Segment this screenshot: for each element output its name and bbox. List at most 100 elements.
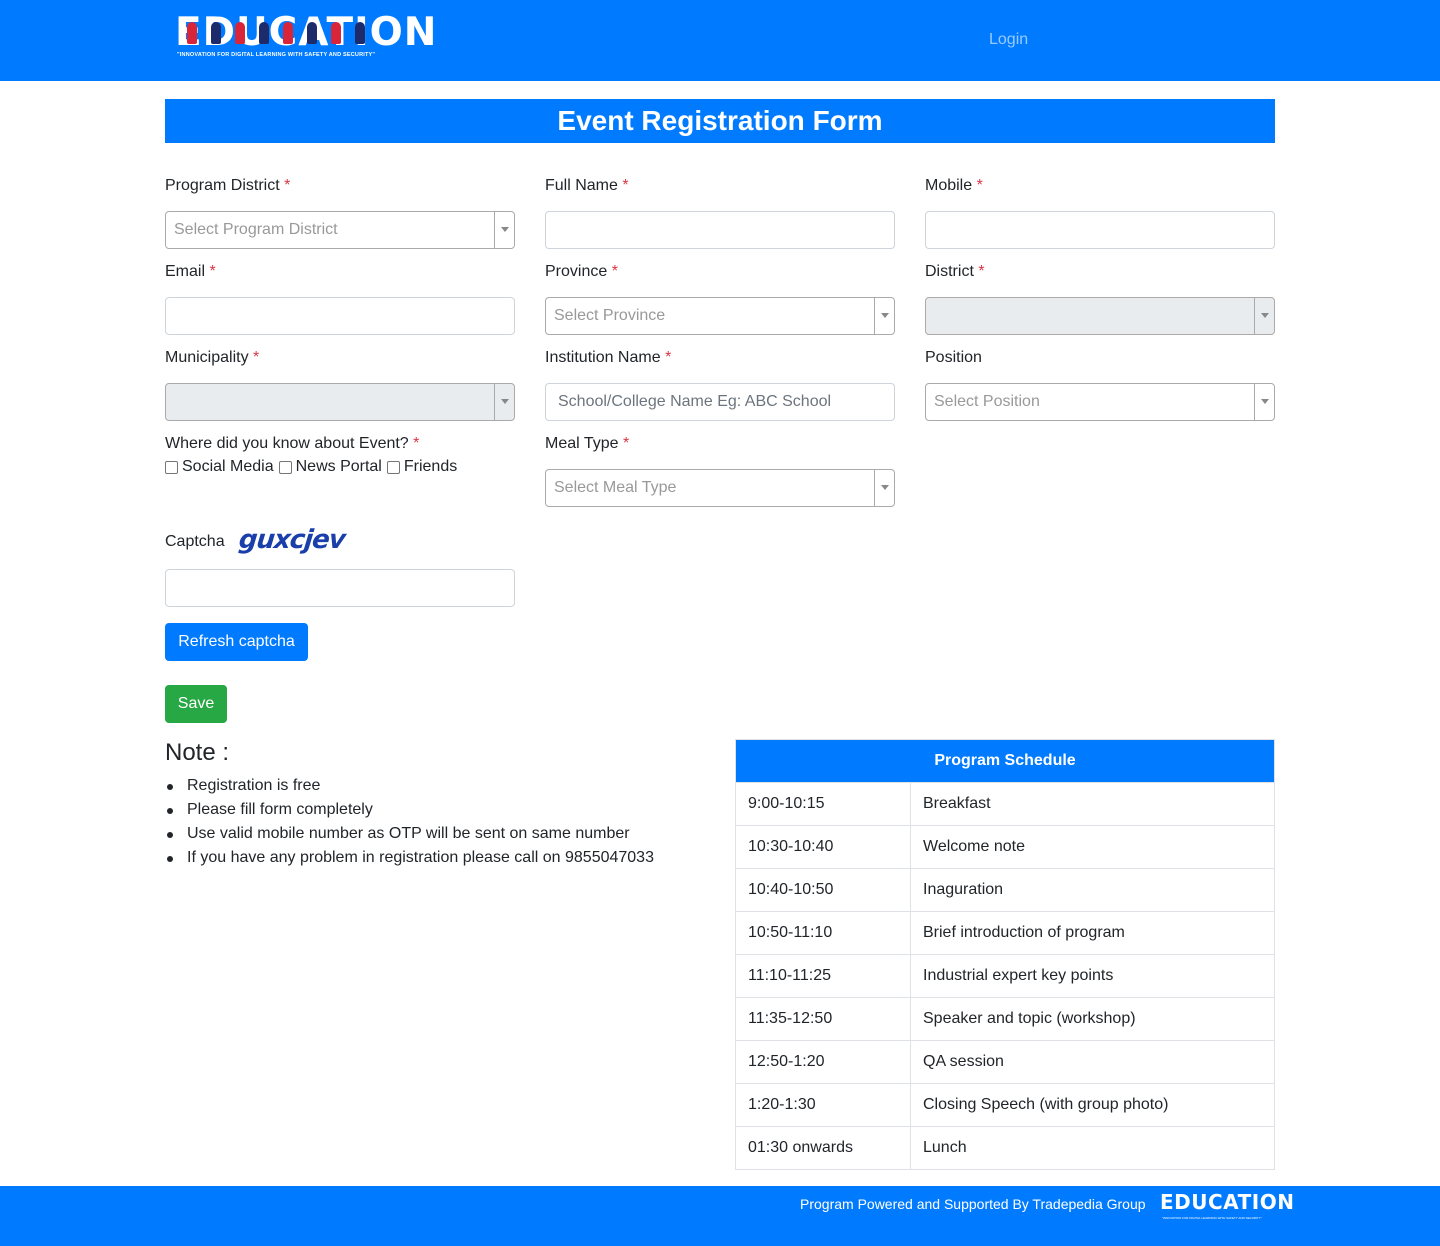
full-name-field: Full Name * [545,176,895,249]
logo-tagline: "INNOVATION FOR DIGITAL LEARNING WITH SA… [177,52,376,58]
required-mark: * [978,263,985,280]
table-row: 10:50-11:10 Brief introduction of program [735,911,1275,955]
meal-type-label: Meal Type * [545,435,630,452]
chevron-down-icon [1261,313,1269,318]
table-row: 9:00-10:15 Breakfast [735,782,1275,826]
institution-name-placeholder: School/College Name Eg: ABC School [558,393,832,410]
email-input[interactable] [165,297,515,335]
dropdown-arrow[interactable] [1254,298,1274,334]
chevron-down-icon [881,313,889,318]
schedule-title: Program Schedule [735,739,1275,783]
mobile-input[interactable] [925,211,1275,249]
footer-education-logo: EDUCATION "INNOVATION FOR DIGITAL LEARNI… [1160,1190,1294,1222]
chevron-down-icon [1261,399,1269,404]
refresh-captcha-button[interactable]: Refresh captcha [165,623,308,661]
province-select[interactable]: Select Province [545,297,895,335]
required-mark: * [413,435,420,452]
dropdown-arrow[interactable] [494,384,514,420]
schedule-time: 12:50-1:20 [735,1040,911,1084]
friends-checkbox[interactable] [386,460,400,474]
position-placeholder: Select Position [934,393,1040,410]
event-source-options: Social Media News Portal Friends [165,458,462,476]
dropdown-arrow[interactable] [874,470,894,506]
municipality-field: Municipality * [165,348,515,421]
dropdown-arrow[interactable] [874,298,894,334]
meal-type-field: Meal Type * Select Meal Type [545,434,895,507]
social-media-checkbox[interactable] [165,460,178,474]
required-mark: * [622,435,630,452]
logo-people-graphic [187,22,387,48]
social-media-label[interactable]: Social Media [182,458,274,476]
required-mark: * [976,177,983,194]
top-navbar: EDUCATION "INNOVATION FOR DIGITAL LEARNI… [0,0,1440,81]
footer-logo-text: EDUCATION [1160,1190,1295,1214]
table-row: 10:40-10:50 Inaguration [735,868,1275,912]
schedule-activity: Speaker and topic (workshop) [910,997,1275,1041]
province-field: Province * Select Province [545,262,895,335]
schedule-time: 10:50-11:10 [735,911,911,955]
chevron-down-icon [881,485,889,490]
note-list: Registration is free Please fill form co… [165,774,654,870]
program-district-field: Program District * Select Program Distri… [165,176,515,249]
note-item: If you have any problem in registration … [165,846,654,870]
email-label: Email * [165,263,216,280]
position-label: Position [925,349,982,366]
news-portal-label[interactable]: News Portal [296,458,382,476]
municipality-label: Municipality * [165,349,260,366]
district-select[interactable] [925,297,1275,335]
program-district-select[interactable]: Select Program District [165,211,515,249]
schedule-time: 11:35-12:50 [735,997,911,1041]
institution-name-input[interactable]: School/College Name Eg: ABC School [545,383,895,421]
required-mark: * [253,349,260,366]
meal-type-select[interactable]: Select Meal Type [545,469,895,507]
captcha-image: guxcjev [237,525,347,555]
table-row: 01:30 onwards Lunch [735,1126,1275,1170]
schedule-activity: Inaguration [910,868,1275,912]
full-name-input[interactable] [545,211,895,249]
schedule-activity: Lunch [910,1126,1275,1170]
schedule-time: 10:40-10:50 [735,868,911,912]
required-mark: * [665,349,672,366]
event-source-label: Where did you know about Event? * [165,435,420,452]
position-field: Position Select Position [925,348,1275,421]
note-title: Note : [165,739,230,766]
province-placeholder: Select Province [554,307,666,324]
captcha-input[interactable] [165,569,515,607]
dropdown-arrow[interactable] [494,212,514,248]
captcha-label: Captcha [165,533,225,550]
municipality-select[interactable] [165,383,515,421]
save-button[interactable]: Save [165,685,227,723]
education-logo[interactable]: EDUCATION "INNOVATION FOR DIGITAL LEARNI… [175,4,436,60]
meal-type-placeholder: Select Meal Type [554,479,677,496]
chevron-down-icon [501,399,509,404]
required-mark: * [209,263,216,280]
table-row: 1:20-1:30 Closing Speech (with group phot… [735,1083,1275,1127]
footer-credit: Program Powered and Supported By Tradepe… [800,1196,1146,1212]
mobile-label: Mobile * [925,177,983,194]
news-portal-checkbox[interactable] [278,460,292,474]
table-row: 11:35-12:50 Speaker and topic (workshop) [735,997,1275,1041]
footer: Program Powered and Supported By Tradepe… [0,1186,1440,1246]
schedule-time: 11:10-11:25 [735,954,911,998]
table-row: 12:50-1:20 QA session [735,1040,1275,1084]
email-field: Email * [165,262,515,335]
schedule-activity: Welcome note [910,825,1275,869]
table-row: 10:30-10:40 Welcome note [735,825,1275,869]
schedule-activity: QA session [910,1040,1275,1084]
login-link[interactable]: Login [989,31,1028,49]
event-source-field: Where did you know about Event? * Social… [165,434,525,475]
table-row: 11:10-11:25 Industrial expert key points [735,954,1275,998]
note-item: Please fill form completely [165,798,654,822]
institution-name-field: Institution Name * School/College Name E… [545,348,895,421]
program-schedule-table: Program Schedule 9:00-10:15 Breakfast 10:… [735,739,1275,1170]
dropdown-arrow[interactable] [1254,384,1274,420]
footer-logo-tagline: "INNOVATION FOR DIGITAL LEARNING WITH SA… [1162,1216,1262,1220]
note-item: Use valid mobile number as OTP will be s… [165,822,654,846]
schedule-activity: Closing Speech (with group photo) [910,1083,1275,1127]
friends-label[interactable]: Friends [404,458,457,476]
note-item: Registration is free [165,774,654,798]
chevron-down-icon [501,227,509,232]
position-select[interactable]: Select Position [925,383,1275,421]
program-district-label: Program District * [165,177,291,194]
schedule-time: 10:30-10:40 [735,825,911,869]
